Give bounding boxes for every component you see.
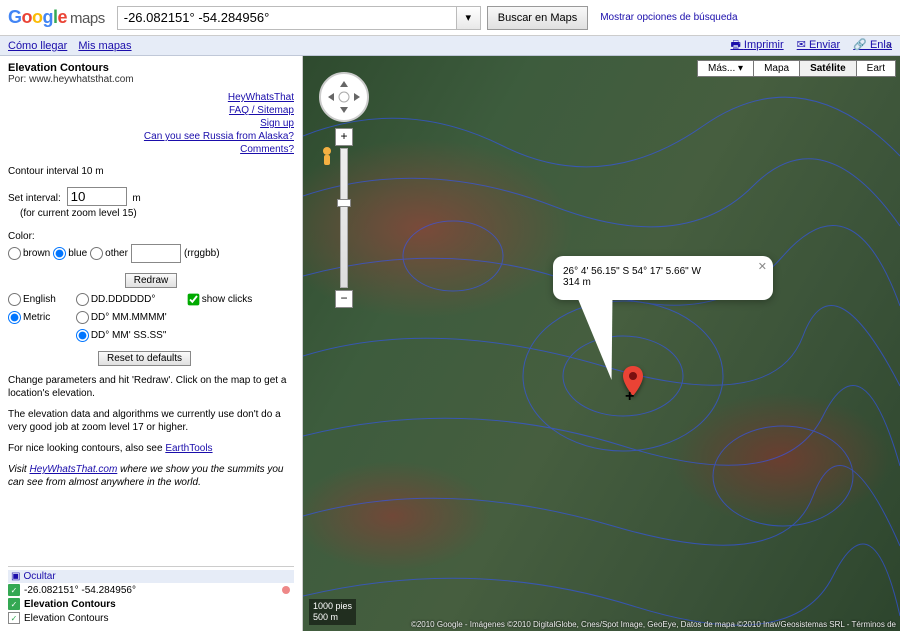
- map-type-bar: Más... ▾ Mapa Satélite Eart: [698, 60, 896, 77]
- layer-label: -26.082151° -54.284956°: [24, 585, 136, 596]
- map-type-more-button[interactable]: Más... ▾: [697, 60, 754, 77]
- set-interval-label: Set interval:: [8, 193, 61, 204]
- link-link[interactable]: 🔗 Enla: [853, 39, 892, 51]
- layer-row[interactable]: ✓ -26.082151° -54.284956°: [8, 583, 294, 597]
- pan-arrows-icon: [324, 77, 364, 117]
- help-text-4: Visit HeyWhatsThat.com where we show you…: [8, 463, 294, 489]
- search-input[interactable]: [117, 6, 457, 30]
- search-dropdown-icon[interactable]: ▾: [457, 6, 481, 30]
- color-other-radio[interactable]: other: [90, 246, 128, 261]
- bubble-elevation: 314 m: [563, 277, 763, 288]
- color-label: Color:: [8, 229, 294, 244]
- zoom-level-note: (for current zoom level 15): [8, 206, 294, 221]
- contour-interval-display: Contour interval 10 m: [8, 164, 294, 179]
- layer-row[interactable]: ✓ Elevation Contours: [8, 611, 294, 625]
- reset-defaults-button[interactable]: Reset to defaults: [98, 351, 191, 366]
- map-type-map-button[interactable]: Mapa: [753, 60, 800, 77]
- directions-link[interactable]: Cómo llegar: [8, 40, 67, 52]
- status-dot-icon: [282, 586, 290, 594]
- fmt-dm-radio[interactable]: DD° MM.MMMM': [76, 310, 167, 325]
- promo-link[interactable]: Sign up: [8, 117, 294, 130]
- hide-panel-toggle[interactable]: ▣ Ocultar: [8, 570, 294, 583]
- overlay-title: Elevation Contours: [8, 62, 294, 74]
- overlay-author: Por: www.heywhatsthat.com: [8, 74, 294, 85]
- zoom-in-button[interactable]: +: [335, 128, 353, 146]
- header-bar: Googlemaps ▾ Buscar en Maps Mostrar opci…: [0, 0, 900, 36]
- show-clicks-checkbox[interactable]: show clicks: [187, 292, 253, 307]
- lang-english-radio[interactable]: English: [8, 292, 56, 307]
- help-text-2: The elevation data and algorithms we cur…: [8, 408, 294, 434]
- zoom-slider-thumb[interactable]: [337, 199, 351, 207]
- promo-link[interactable]: Can you see Russia from Alaska?: [8, 130, 294, 143]
- fmt-dd-radio[interactable]: DD.DDDDDD°: [76, 292, 167, 307]
- crosshair-icon: +: [625, 388, 634, 406]
- layer-label: Elevation Contours: [24, 613, 109, 624]
- layers-panel: ▣ Ocultar ✓ -26.082151° -54.284956° ✓ El…: [8, 566, 294, 625]
- checkbox-checked-icon[interactable]: ✓: [8, 584, 20, 596]
- rgb-hint: (rrggbb): [184, 246, 220, 261]
- sidebar: Elevation Contours Por: www.heywhatsthat…: [0, 56, 303, 631]
- promo-link[interactable]: FAQ / Sitemap: [8, 104, 294, 117]
- info-bubble: ✕ 26° 4' 56.15" S 54° 17' 5.66" W 314 m: [553, 256, 773, 300]
- close-icon[interactable]: ✕: [758, 260, 767, 273]
- interval-unit: m: [132, 193, 140, 204]
- interval-input[interactable]: [67, 187, 127, 206]
- earthtools-link[interactable]: EarthTools: [165, 443, 212, 454]
- pan-control[interactable]: [319, 72, 369, 122]
- pegman-icon[interactable]: [317, 146, 337, 170]
- color-brown-radio[interactable]: brown: [8, 246, 50, 261]
- lang-metric-radio[interactable]: Metric: [8, 310, 56, 325]
- layer-label: Elevation Contours: [24, 599, 116, 610]
- checkbox-checked-icon[interactable]: ✓: [8, 598, 20, 610]
- minus-icon: ▣: [11, 571, 20, 582]
- redraw-button[interactable]: Redraw: [125, 273, 177, 288]
- bubble-coords: 26° 4' 56.15" S 54° 17' 5.66" W: [563, 266, 763, 277]
- heywhatsthat-link[interactable]: HeyWhatsThat.com: [30, 464, 118, 475]
- zoom-out-button[interactable]: −: [335, 290, 353, 308]
- help-text-1: Change parameters and hit 'Redraw'. Clic…: [8, 374, 294, 400]
- subheader-bar: Cómo llegar Mis mapas « 🖶 Imprimir ✉ Env…: [0, 36, 900, 56]
- scale-feet: 1000 pies: [313, 601, 352, 612]
- promo-links: HeyWhatsThat FAQ / Sitemap Sign up Can y…: [8, 91, 294, 156]
- my-maps-link[interactable]: Mis mapas: [78, 40, 131, 52]
- zoom-slider-track[interactable]: [340, 148, 348, 288]
- map-canvas[interactable]: Más... ▾ Mapa Satélite Eart + − ✕: [303, 56, 900, 631]
- promo-link[interactable]: Comments?: [8, 143, 294, 156]
- fmt-dms-radio[interactable]: DD° MM' SS.SS": [76, 328, 167, 343]
- google-maps-logo: Googlemaps: [8, 7, 105, 28]
- search-options-link[interactable]: Mostrar opciones de búsqueda: [600, 12, 737, 23]
- zoom-control: + −: [337, 128, 351, 308]
- map-type-satellite-button[interactable]: Satélite: [799, 60, 857, 77]
- promo-link[interactable]: HeyWhatsThat: [8, 91, 294, 104]
- checkbox-checked-icon[interactable]: ✓: [8, 612, 20, 624]
- map-type-earth-button[interactable]: Eart: [856, 60, 896, 77]
- search-button[interactable]: Buscar en Maps: [487, 6, 588, 30]
- send-link[interactable]: ✉ Enviar: [797, 39, 840, 51]
- scale-meters: 500 m: [313, 612, 352, 623]
- help-text-3: For nice looking contours, also see Eart…: [8, 442, 294, 455]
- layer-row[interactable]: ✓ Elevation Contours: [8, 597, 294, 611]
- scale-bar: 1000 pies 500 m: [309, 599, 356, 625]
- color-hex-input[interactable]: [131, 244, 181, 263]
- color-blue-radio[interactable]: blue: [53, 246, 87, 261]
- print-link[interactable]: 🖶 Imprimir: [730, 39, 783, 51]
- map-copyright: ©2010 Google - Imágenes ©2010 DigitalGlo…: [411, 620, 896, 629]
